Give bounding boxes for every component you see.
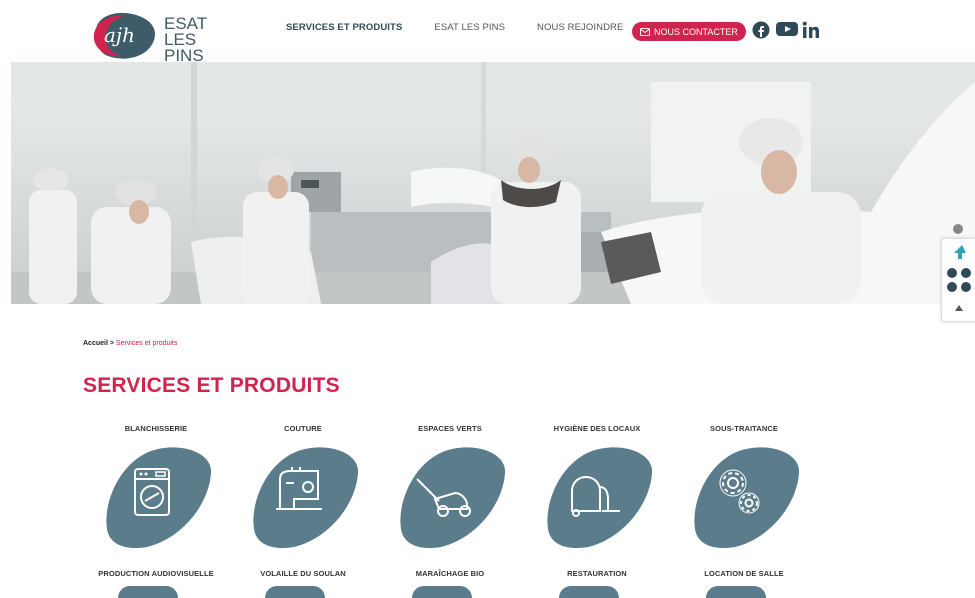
service-label: HYGIÈNE DES LOCAUX — [553, 424, 641, 433]
breadcrumb-current: Services et produits — [115, 340, 178, 347]
hero-image — [11, 62, 975, 304]
vacuum-cleaner-icon[interactable] — [542, 443, 654, 551]
washing-machine-icon[interactable] — [101, 443, 213, 551]
poultry-icon[interactable] — [265, 586, 325, 598]
widget-close-icon[interactable] — [953, 224, 963, 234]
lawn-mower-icon[interactable] — [395, 443, 507, 551]
breadcrumb: Accueil > Services et produits — [83, 340, 177, 347]
logo-mark-icon: ajh — [93, 12, 156, 59]
page-title: SERVICES ET PRODUITS — [83, 374, 340, 397]
youtube-icon[interactable] — [776, 21, 798, 37]
gears-icon[interactable] — [689, 443, 801, 551]
site-logo[interactable]: ajh ESAT LES PINS — [88, 8, 238, 64]
service-label: RESTAURATION — [567, 569, 627, 578]
service-location-de-salle[interactable]: LOCATION DE SALLE — [664, 569, 824, 578]
service-production-audiovisuelle[interactable]: PRODUCTION AUDIOVISUELLE — [76, 569, 236, 578]
breadcrumb-separator: > — [109, 340, 114, 347]
service-label: BLANCHISSERIE — [124, 424, 188, 433]
main-nav: SERVICES ET PRODUITS ESAT LES PINS NOUS … — [286, 22, 655, 33]
logo-text: ESAT LES PINS — [164, 15, 238, 65]
service-sous-traitance[interactable]: SOUS-TRAITANCE — [664, 424, 824, 433]
envelope-icon — [640, 27, 650, 36]
vegetable-icon[interactable] — [412, 586, 472, 598]
service-restauration[interactable]: RESTAURATION — [517, 569, 677, 578]
accessibility-widget[interactable] — [941, 238, 975, 322]
service-maraichage-bio[interactable]: MARAÎCHAGE BIO — [370, 569, 530, 578]
contact-button[interactable]: NOUS CONTACTER — [632, 22, 746, 41]
svg-text:ajh: ajh — [104, 23, 135, 47]
service-volaille-du-soulan[interactable]: VOLAILLE DU SOULAN — [223, 569, 383, 578]
room-icon[interactable] — [706, 586, 766, 598]
breadcrumb-home[interactable]: Accueil — [83, 340, 108, 347]
restaurant-icon[interactable] — [559, 586, 619, 598]
logo-line2: LES PINS — [164, 30, 204, 65]
nav-esat-les-pins[interactable]: ESAT LES PINS — [434, 22, 505, 33]
service-label: LOCATION DE SALLE — [704, 569, 784, 578]
nav-nous-rejoindre[interactable]: NOUS REJOINDRE — [537, 22, 623, 33]
service-label: COUTURE — [284, 424, 322, 433]
service-label: SOUS-TRAITANCE — [710, 424, 778, 433]
camera-icon[interactable] — [118, 586, 178, 598]
contact-button-label: NOUS CONTACTER — [654, 26, 738, 37]
service-label: ESPACES VERTS — [418, 424, 482, 433]
service-blanchisserie[interactable]: BLANCHISSERIE — [76, 424, 236, 433]
service-hygiene-des-locaux[interactable]: HYGIÈNE DES LOCAUX — [517, 424, 677, 433]
linkedin-icon[interactable] — [802, 21, 820, 39]
facebook-icon[interactable] — [752, 21, 770, 39]
service-label: VOLAILLE DU SOULAN — [260, 569, 346, 578]
site-header: ajh ESAT LES PINS SERVICES ET PRODUITS E… — [0, 0, 975, 64]
sewing-machine-icon[interactable] — [248, 443, 360, 551]
service-label: MARAÎCHAGE BIO — [415, 569, 485, 578]
service-couture[interactable]: COUTURE — [223, 424, 383, 433]
nav-services-et-produits[interactable]: SERVICES ET PRODUITS — [286, 22, 402, 33]
service-espaces-verts[interactable]: ESPACES VERTS — [370, 424, 530, 433]
service-label: PRODUCTION AUDIOVISUELLE — [98, 569, 214, 578]
